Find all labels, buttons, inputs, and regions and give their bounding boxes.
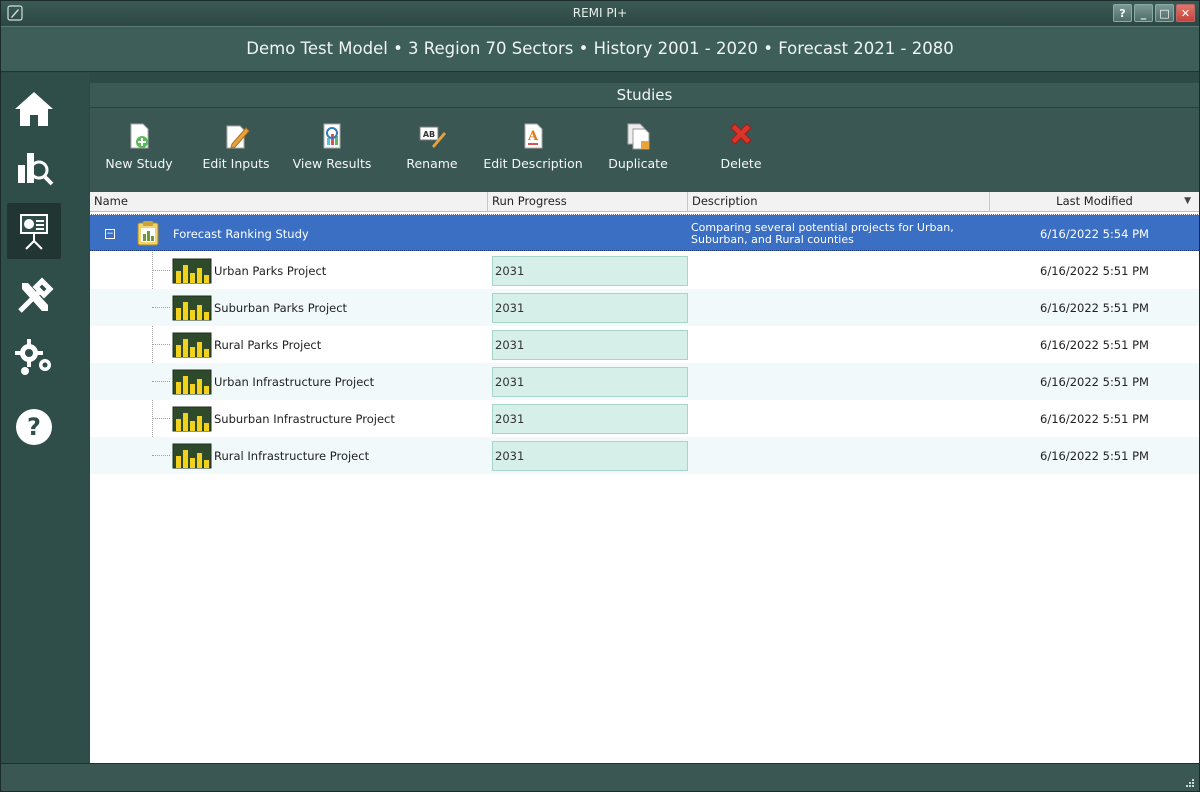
forecast-chart-icon [172,332,212,358]
child-study-name: Suburban Infrastructure Project [214,411,395,426]
svg-text:AB: AB [423,130,435,139]
svg-text:?: ? [27,413,41,441]
child-study-last-modified: 6/16/2022 5:51 PM [1040,337,1149,352]
run-progress-cell: 2031 [492,367,688,397]
app-window: REMI PI+ ? _ □ ✕ Demo Test Model • 3 Reg… [0,0,1200,792]
child-study-last-modified: 6/16/2022 5:51 PM [1040,411,1149,426]
view-results-label: View Results [292,156,372,171]
rename-button[interactable]: AB Rename [402,118,462,180]
parent-study-name: Forecast Ranking Study [173,226,309,241]
edit-description-button[interactable]: A Edit Description [478,118,588,180]
presentation-icon [20,214,48,250]
forecast-chart-icon [172,258,212,284]
child-study-name: Rural Parks Project [214,337,322,352]
grid-header: Name Run Progress Description Last Modif… [90,192,1199,212]
tree-branch [152,455,170,456]
study-row-child[interactable]: Urban Parks Project 2031 6/16/2022 5:51 PM [90,252,1199,289]
delete-button[interactable]: Delete [704,118,778,180]
rename-icon: AB [419,126,446,148]
tree-branch [152,418,170,419]
run-progress-cell: 2031 [492,293,688,323]
svg-text:A: A [527,129,539,144]
collapse-toggle-icon[interactable]: − [105,229,115,239]
forecast-chart-icon [172,406,212,432]
rename-label: Rename [406,156,458,171]
resize-grip-icon[interactable] [1185,778,1195,788]
forecast-chart-icon [172,443,212,469]
studies-header: Studies [90,83,1199,108]
tree-branch [152,344,170,345]
nav-analysis[interactable] [7,137,61,193]
sort-desc-icon: ▼ [1184,196,1191,206]
tools-icon [18,277,54,313]
left-nav: ? [1,73,89,763]
child-study-last-modified: 6/16/2022 5:51 PM [1040,448,1149,463]
column-header-name[interactable]: Name [90,192,488,212]
study-row-child[interactable]: Rural Parks Project 2031 6/16/2022 5:51 PM [90,326,1199,363]
run-progress-cell: 2031 [492,256,688,286]
parent-study-description: Comparing several potential projects for… [691,220,954,246]
column-header-last-modified[interactable]: Last Modified ▼ [990,192,1199,212]
child-study-last-modified: 6/16/2022 5:51 PM [1040,374,1149,389]
studies-toolbar: New Study Edit Inputs View Results AB Re… [90,108,1199,192]
forecast-chart-icon [172,369,212,395]
parent-study-last-modified: 6/16/2022 5:54 PM [1040,226,1149,241]
view-results-button[interactable]: View Results [285,118,379,180]
window-title: REMI PI+ [572,6,628,20]
child-study-last-modified: 6/16/2022 5:51 PM [1040,263,1149,278]
chart-magnifier-icon [18,153,54,186]
duplicate-label: Duplicate [608,156,668,171]
edit-inputs-label: Edit Inputs [202,156,270,171]
nav-studies[interactable] [7,203,61,259]
status-bar [1,763,1199,791]
tree-branch [152,307,170,308]
study-row-child[interactable]: Urban Infrastructure Project 2031 6/16/202… [90,363,1199,400]
study-row-child[interactable]: Suburban Infrastructure Project 2031 6/16/… [90,400,1199,437]
maximize-button[interactable]: □ [1155,4,1174,22]
forecast-chart-icon [172,295,212,321]
view-results-icon [323,123,341,149]
studies-panel: Studies New Study Edit Inputs View Resul… [90,83,1199,763]
edit-pencil-icon [226,125,250,149]
duplicate-icon [627,123,650,150]
new-document-icon [130,123,149,149]
tree-branch [152,270,170,271]
edit-description-icon: A [524,123,543,149]
title-bar[interactable]: REMI PI+ ? _ □ ✕ [1,1,1199,26]
edit-inputs-button[interactable]: Edit Inputs [198,118,274,180]
run-progress-cell: 2031 [492,330,688,360]
home-icon [15,92,53,126]
child-study-name: Suburban Parks Project [214,300,348,315]
close-button[interactable]: ✕ [1176,4,1195,22]
duplicate-button[interactable]: Duplicate [602,118,674,180]
new-study-label: New Study [105,156,173,171]
delete-x-icon [730,123,752,145]
child-study-last-modified: 6/16/2022 5:51 PM [1040,300,1149,315]
column-header-description[interactable]: Description [688,192,990,212]
help-window-button[interactable]: ? [1113,4,1132,22]
child-study-name: Rural Infrastructure Project [214,448,370,463]
nav-tools[interactable] [7,269,61,325]
child-study-name: Urban Infrastructure Project [214,374,375,389]
column-header-run-progress[interactable]: Run Progress [488,192,688,212]
help-icon: ? [16,409,52,445]
model-header: Demo Test Model • 3 Region 70 Sectors • … [1,26,1199,72]
run-progress-cell: 2031 [492,404,688,434]
child-study-name: Urban Parks Project [214,263,327,278]
delete-label: Delete [720,156,762,171]
last-modified-label: Last Modified [1056,194,1133,208]
study-clipboard-icon [137,221,159,246]
tree-branch [152,381,170,382]
study-row-child[interactable]: Rural Infrastructure Project 2031 6/16/202… [90,437,1199,474]
minimize-button[interactable]: _ [1134,4,1153,22]
nav-help[interactable]: ? [7,399,61,455]
nav-home[interactable] [7,81,61,137]
edit-description-label: Edit Description [483,156,583,171]
new-study-button[interactable]: New Study [102,118,176,180]
gears-icon [15,339,51,375]
run-progress-cell: 2031 [492,441,688,471]
study-row-parent[interactable]: − Forecast Ranking Study Comparing sever… [90,214,1199,251]
study-row-child[interactable]: Suburban Parks Project 2031 6/16/2022 5:51… [90,289,1199,326]
nav-settings[interactable] [7,329,61,385]
